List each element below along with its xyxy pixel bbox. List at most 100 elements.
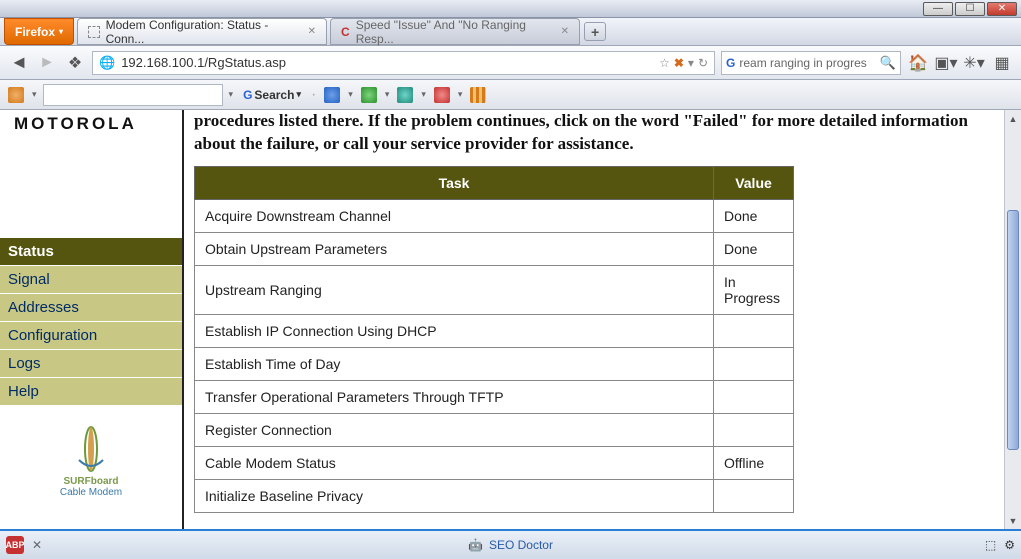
task-cell: Upstream Ranging	[195, 265, 714, 314]
tab-close-icon[interactable]: ✕	[308, 26, 316, 37]
value-cell: Done	[714, 199, 794, 232]
intro-text: procedures listed there. If the problem …	[194, 110, 1007, 156]
stop-icon[interactable]: ✖	[674, 56, 684, 70]
robot-icon: 🤖	[468, 538, 483, 552]
page-content: MOTOROLA StatusSignalAddressesConfigurat…	[0, 110, 1021, 529]
home-button[interactable]: 🏠	[907, 52, 929, 74]
reload-icon[interactable]: ↻	[698, 56, 708, 70]
task-status-table: Task Value Acquire Downstream ChannelDon…	[194, 166, 794, 513]
sidebar-item-addresses[interactable]: Addresses	[0, 294, 182, 322]
scroll-up-button[interactable]: ▲	[1005, 110, 1021, 127]
task-cell: Cable Modem Status	[195, 446, 714, 479]
sidebar-item-configuration[interactable]: Configuration	[0, 322, 182, 350]
seo-doctor-label: SEO Doctor	[489, 538, 553, 552]
table-row: Acquire Downstream ChannelDone	[195, 199, 794, 232]
product-name-1: SURFboard	[0, 476, 182, 487]
url-text: 192.168.100.1/RgStatus.asp	[121, 55, 286, 70]
table-row: Initialize Baseline Privacy	[195, 479, 794, 512]
adblock-icon[interactable]: ABP	[6, 536, 24, 554]
task-cell: Establish Time of Day	[195, 347, 714, 380]
value-cell: In Progress	[714, 265, 794, 314]
value-cell	[714, 380, 794, 413]
google-icon: G	[243, 88, 252, 102]
table-row: Transfer Operational Parameters Through …	[195, 380, 794, 413]
task-cell: Obtain Upstream Parameters	[195, 232, 714, 265]
table-row: Establish Time of Day	[195, 347, 794, 380]
task-cell: Register Connection	[195, 413, 714, 446]
url-bar[interactable]: 🌐 192.168.100.1/RgStatus.asp ☆ ✖ ▾ ↻	[92, 51, 715, 75]
browser-search-box[interactable]: G ream ranging in progres 🔍	[721, 51, 901, 75]
table-row: Cable Modem StatusOffline	[195, 446, 794, 479]
value-cell	[714, 413, 794, 446]
bookmarks-button[interactable]: ▣▾	[935, 52, 957, 74]
sidebar: MOTOROLA StatusSignalAddressesConfigurat…	[0, 110, 182, 529]
toolbar-tile-blue[interactable]	[322, 85, 342, 105]
tab-speed-issue[interactable]: C Speed "Issue" And "No Ranging Resp... …	[330, 18, 580, 45]
scroll-down-button[interactable]: ▼	[1005, 512, 1021, 529]
bookmark-dropdown-icon[interactable]: ❖	[64, 52, 86, 74]
toolbar-icon-1[interactable]	[6, 85, 26, 105]
sidebar-item-signal[interactable]: Signal	[0, 266, 182, 294]
task-cell: Transfer Operational Parameters Through …	[195, 380, 714, 413]
window-minimize-button[interactable]: —	[923, 2, 953, 16]
toolbar-tile-red[interactable]	[432, 85, 452, 105]
product-logo: SURFboard Cable Modem	[0, 426, 182, 498]
new-tab-button[interactable]: +	[584, 22, 606, 41]
search-icon[interactable]: 🔍	[880, 55, 896, 71]
window-close-button[interactable]: ✕	[987, 2, 1017, 16]
globe-icon: 🌐	[99, 55, 115, 71]
toolbar-tile-green[interactable]	[359, 85, 379, 105]
statusbar-addon-icon[interactable]: ⬚	[985, 538, 996, 552]
sidebar-item-logs[interactable]: Logs	[0, 350, 182, 378]
table-row: Upstream RangingIn Progress	[195, 265, 794, 314]
status-bar: ABP ✕ 🤖 SEO Doctor ⬚ ⚙	[0, 529, 1021, 559]
task-cell: Acquire Downstream Channel	[195, 199, 714, 232]
addon-button[interactable]: ▦	[991, 52, 1013, 74]
dropdown-icon[interactable]: ▾	[688, 56, 694, 70]
tab-modem-configuration[interactable]: Modem Configuration: Status - Conn... ✕	[77, 18, 327, 45]
statusbar-close-icon[interactable]: ✕	[32, 538, 42, 552]
toolbar-dropdown-icon[interactable]: ▾	[229, 89, 234, 100]
forward-button[interactable]: ►	[36, 52, 58, 74]
main-content: procedures listed there. If the problem …	[184, 110, 1021, 529]
tab-label: Modem Configuration: Status - Conn...	[106, 18, 302, 46]
navigation-toolbar: ◄ ► ❖ 🌐 192.168.100.1/RgStatus.asp ☆ ✖ ▾…	[0, 46, 1021, 80]
chevron-down-icon: ▾	[296, 89, 301, 100]
seo-doctor-indicator[interactable]: 🤖 SEO Doctor	[468, 538, 553, 552]
search-query-text: ream ranging in progres	[739, 56, 866, 70]
toolbar-search-button[interactable]: G Search ▾	[239, 88, 305, 102]
statusbar-gear-icon[interactable]: ⚙	[1004, 538, 1015, 552]
firefox-menu-button[interactable]: Firefox ▾	[4, 18, 74, 45]
sidebar-item-help[interactable]: Help	[0, 378, 182, 406]
tab-strip: Firefox ▾ Modem Configuration: Status - …	[0, 18, 1021, 46]
table-row: Register Connection	[195, 413, 794, 446]
toolbar-tile-grid[interactable]	[468, 85, 488, 105]
tab-close-icon[interactable]: ✕	[561, 26, 569, 37]
task-cell: Initialize Baseline Privacy	[195, 479, 714, 512]
back-button[interactable]: ◄	[8, 52, 30, 74]
favicon-icon: C	[341, 25, 350, 39]
toolbar-tile-teal[interactable]	[395, 85, 415, 105]
value-cell: Offline	[714, 446, 794, 479]
value-cell	[714, 314, 794, 347]
sidebar-item-status[interactable]: Status	[0, 238, 182, 266]
scroll-thumb[interactable]	[1007, 210, 1019, 450]
chevron-down-icon: ▾	[59, 27, 63, 36]
window-titlebar: — ☐ ✕	[0, 0, 1021, 18]
window-maximize-button[interactable]: ☐	[955, 2, 985, 16]
table-row: Establish IP Connection Using DHCP	[195, 314, 794, 347]
toolbar-search-input[interactable]	[43, 84, 223, 106]
task-cell: Establish IP Connection Using DHCP	[195, 314, 714, 347]
brand-logo-text: MOTOROLA	[0, 112, 182, 138]
toolbar-sep: ·	[311, 86, 316, 104]
firefox-menu-label: Firefox	[15, 25, 55, 39]
toolbar-dropdown-icon[interactable]: ▾	[32, 89, 37, 100]
extensions-button[interactable]: ✳▾	[963, 52, 985, 74]
toolbar-search-label: Search	[254, 88, 294, 102]
vertical-scrollbar[interactable]: ▲ ▼	[1004, 110, 1021, 529]
star-icon[interactable]: ☆	[659, 56, 670, 70]
table-header-task: Task	[195, 166, 714, 199]
tab-label: Speed "Issue" And "No Ranging Resp...	[356, 18, 555, 46]
value-cell	[714, 479, 794, 512]
value-cell	[714, 347, 794, 380]
